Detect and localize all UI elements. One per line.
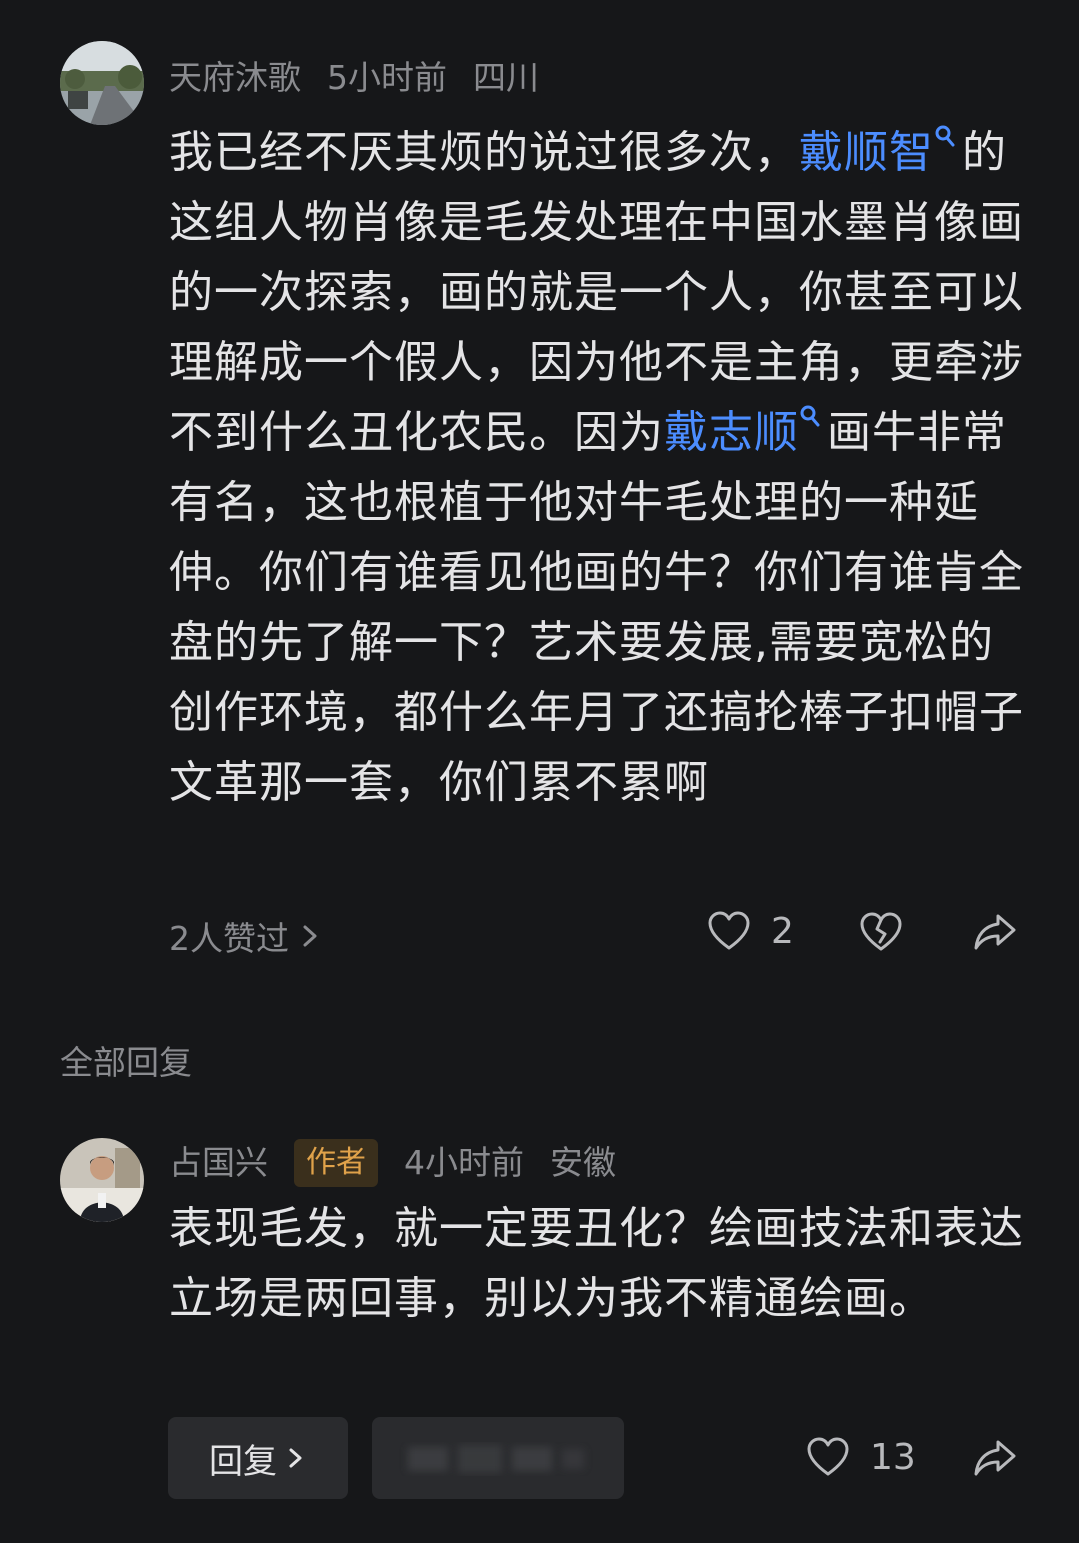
likes-summary-text: 2人赞过 xyxy=(169,919,289,958)
reply-avatar[interactable] xyxy=(60,1138,144,1222)
comment-text-segment: 画牛非常有名，这也根植于他对牛毛处理的一种延伸。你们有谁看见他画的牛？你们有谁肯… xyxy=(169,407,1024,808)
reply-button-label: 回复 xyxy=(209,1441,277,1482)
timestamp: 5小时前 xyxy=(327,58,447,97)
like-count: 2 xyxy=(771,910,794,952)
username[interactable]: 天府沐歌 xyxy=(169,58,301,98)
blurred-reply-preview[interactable] xyxy=(372,1417,624,1499)
reply-like-count: 13 xyxy=(870,1436,916,1478)
heart-icon xyxy=(807,1437,849,1476)
reply-location: 安徽 xyxy=(550,1143,616,1182)
dislike-button[interactable] xyxy=(858,910,904,954)
keyword-link[interactable]: 戴顺智 xyxy=(799,125,962,178)
reply-timestamp: 4小时前 xyxy=(404,1143,524,1182)
reply-avatar-image xyxy=(60,1138,144,1222)
comment-text: 我已经不厌其烦的说过很多次，戴顺智 的这组人物肖像是毛发处理在中国水墨肖像画的一次… xyxy=(169,118,1024,818)
blurred-content xyxy=(408,1445,584,1473)
reply-share-button[interactable] xyxy=(972,1436,1018,1480)
replies-section-title: 全部回复 xyxy=(60,1043,192,1082)
share-icon xyxy=(974,914,1016,950)
reply-button[interactable]: 回复 xyxy=(168,1417,348,1499)
location: 四川 xyxy=(473,58,539,97)
broken-heart-icon xyxy=(860,912,902,951)
author-badge: 作者 xyxy=(294,1139,378,1187)
chevron-right-icon xyxy=(303,925,317,947)
search-icon xyxy=(935,125,955,147)
comment-text-segment: 我已经不厌其烦的说过很多次， xyxy=(169,127,799,178)
likes-summary[interactable]: 2人赞过 xyxy=(169,912,323,960)
chevron-right-icon xyxy=(289,1448,302,1468)
like-button[interactable]: 2 xyxy=(707,910,794,952)
keyword-link[interactable]: 戴志顺 xyxy=(664,405,827,458)
reply-text: 表现毛发，就一定要丑化？绘画技法和表达立场是两回事，别以为我不精通绘画。 xyxy=(169,1203,1024,1324)
share-button[interactable] xyxy=(972,910,1018,954)
avatar-image xyxy=(60,41,144,125)
reply-username[interactable]: 占国兴 xyxy=(169,1143,268,1183)
keyword-link-text: 戴顺智 xyxy=(799,127,934,178)
avatar[interactable] xyxy=(60,41,144,125)
heart-icon xyxy=(708,911,750,950)
search-icon xyxy=(800,405,820,427)
comment-meta: 天府沐歌 5小时前 四川 xyxy=(169,58,565,98)
share-icon xyxy=(974,1440,1016,1476)
reply-like-button[interactable]: 13 xyxy=(806,1436,916,1478)
reply-meta: 占国兴 作者 4小时前 安徽 xyxy=(169,1139,642,1187)
keyword-link-text: 戴志顺 xyxy=(664,407,799,458)
